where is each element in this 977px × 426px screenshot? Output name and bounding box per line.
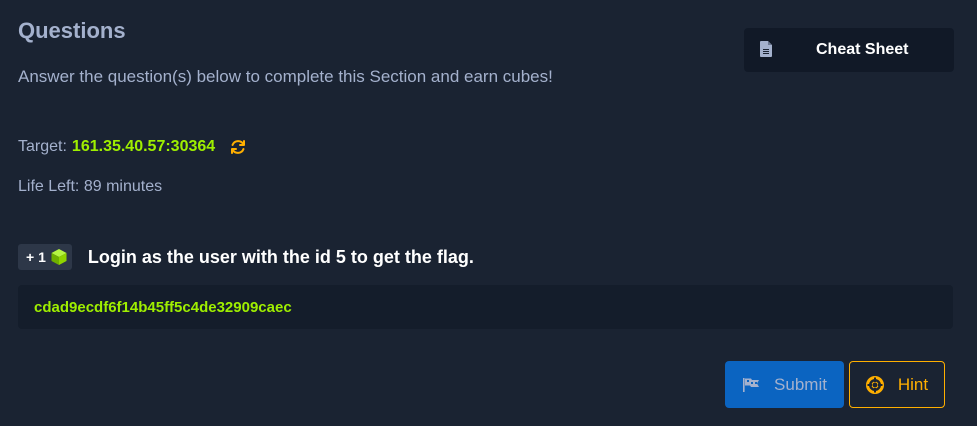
hint-label: Hint xyxy=(897,374,929,394)
lifebuoy-icon xyxy=(865,375,884,394)
cheat-sheet-button[interactable]: Cheat Sheet xyxy=(744,28,954,72)
flag-icon xyxy=(743,377,760,392)
submit-label: Submit xyxy=(774,374,827,394)
target-address: 161.35.40.57:30364 xyxy=(71,138,216,155)
question-row: + 1 Login as the user with the id 5 to g… xyxy=(18,244,474,270)
submit-button[interactable]: Submit xyxy=(725,361,844,408)
document-icon xyxy=(760,41,772,57)
target-row: Target: 161.35.40.57:30364 xyxy=(18,138,247,156)
cube-reward-badge: + 1 xyxy=(18,244,72,270)
answer-input[interactable] xyxy=(34,298,937,316)
hint-button[interactable]: Hint xyxy=(849,361,945,408)
answer-field[interactable] xyxy=(18,285,953,329)
questions-panel: Questions Answer the question(s) below t… xyxy=(0,0,977,426)
section-subtitle: Answer the question(s) below to complete… xyxy=(18,67,553,86)
cube-reward-amount: + 1 xyxy=(26,249,46,265)
question-text: Login as the user with the id 5 to get t… xyxy=(87,246,474,267)
section-title: Questions xyxy=(18,18,126,43)
cube-icon xyxy=(51,249,67,265)
target-label: Target: xyxy=(18,138,67,155)
cheat-sheet-label: Cheat Sheet xyxy=(816,41,909,58)
refresh-icon[interactable] xyxy=(229,138,247,156)
life-left: Life Left: 89 minutes xyxy=(18,178,163,195)
